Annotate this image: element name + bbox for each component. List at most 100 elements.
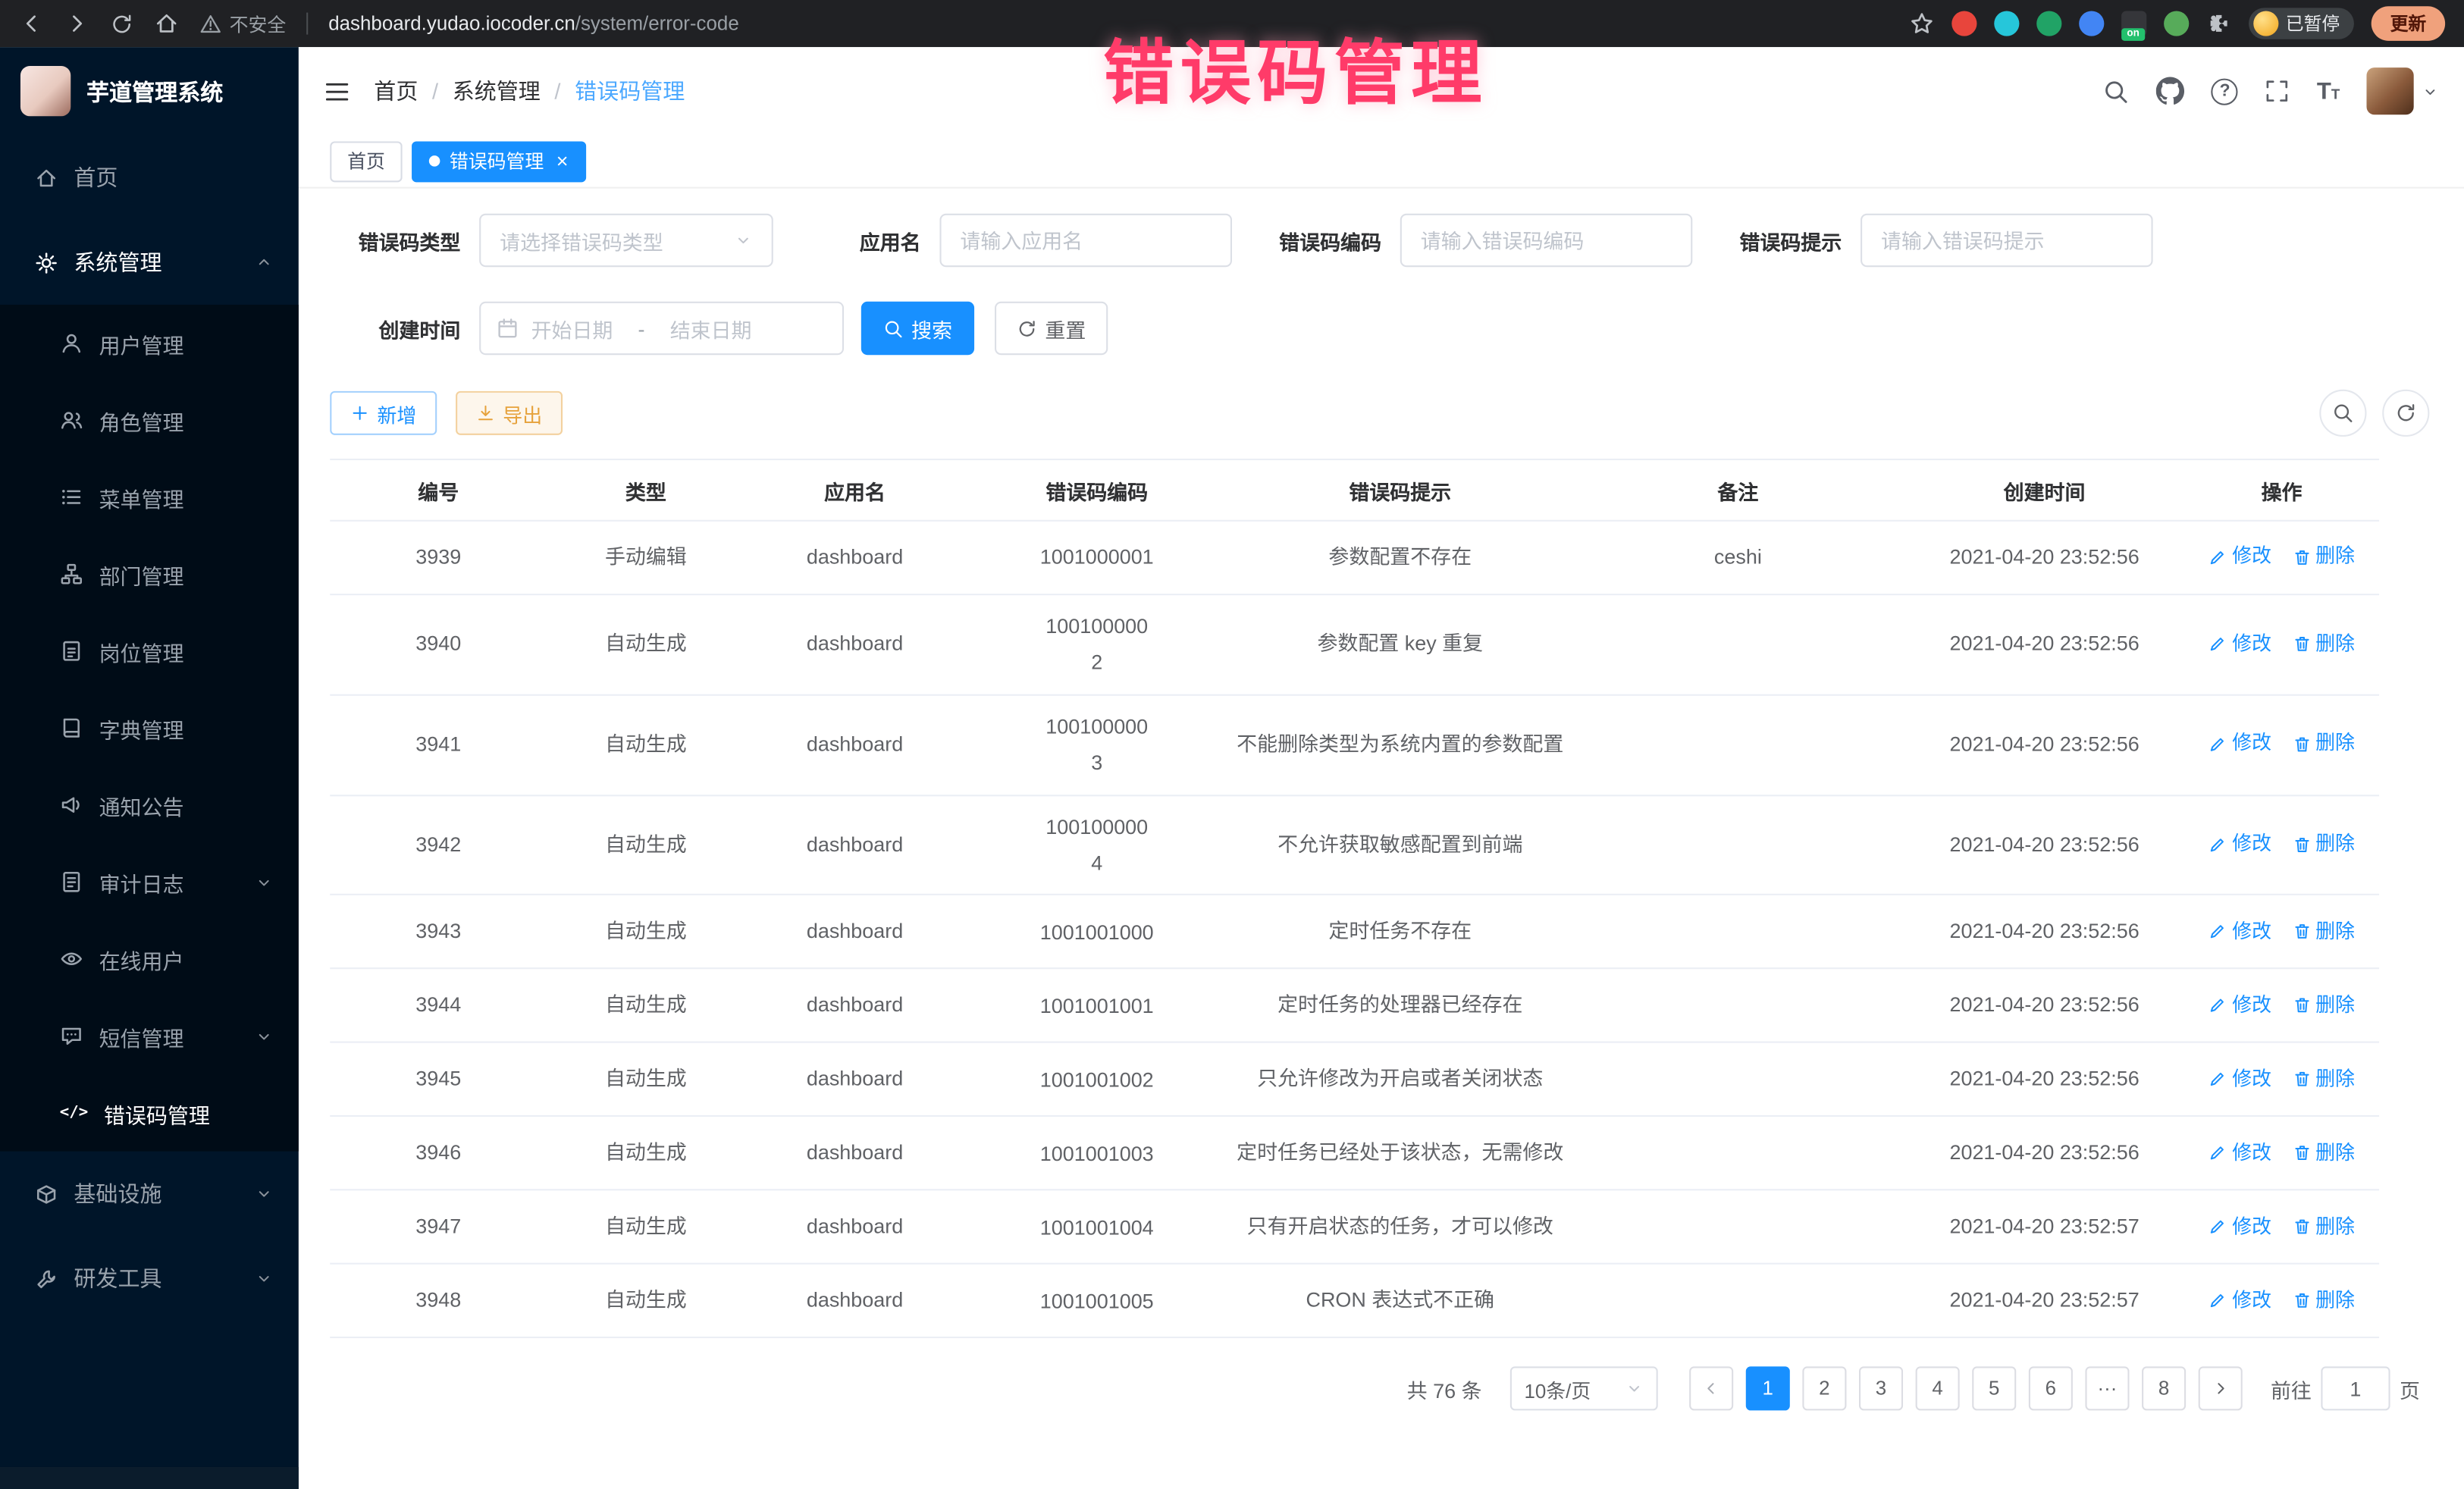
cell-type: 自动生成 <box>547 595 745 694</box>
close-icon[interactable]: × <box>556 151 569 171</box>
sidebar-item-error-codes[interactable]: </> 错误码管理 <box>0 1074 299 1152</box>
page-size-select[interactable]: 10条/页 <box>1510 1367 1658 1411</box>
cell-actions: 修改 删除 <box>2184 1043 2379 1115</box>
page-button-4[interactable]: 4 <box>1916 1367 1960 1411</box>
delete-link[interactable]: 删除 <box>2292 917 2355 947</box>
forward-icon[interactable] <box>64 11 89 36</box>
error-type-select[interactable]: 请选择错误码类型 <box>479 214 773 267</box>
delete-link[interactable]: 删除 <box>2292 1212 2355 1243</box>
error-msg-input[interactable] <box>1861 214 2153 267</box>
page-button-6[interactable]: 6 <box>2029 1367 2073 1411</box>
cell-app: dashboard <box>745 522 964 594</box>
sidebar-item-dictionary[interactable]: 字典管理 <box>0 689 299 766</box>
help-icon[interactable]: ? <box>2212 78 2238 105</box>
delete-link[interactable]: 删除 <box>2292 629 2355 660</box>
export-button[interactable]: 导出 <box>456 391 563 435</box>
breadcrumb-home[interactable]: 首页 <box>374 75 418 106</box>
browser-profile-chip[interactable]: 已暂停 <box>2248 8 2354 39</box>
delete-link[interactable]: 删除 <box>2292 991 2355 1021</box>
next-page-button[interactable] <box>2199 1367 2243 1411</box>
edit-link[interactable]: 修改 <box>2209 629 2271 660</box>
search-button[interactable]: 搜索 <box>861 302 974 355</box>
sidebar-item-departments[interactable]: 部门管理 <box>0 535 299 613</box>
sidebar-item-posts[interactable]: 岗位管理 <box>0 613 299 690</box>
app-name-input[interactable] <box>939 214 1232 267</box>
error-code-input[interactable] <box>1400 214 1693 267</box>
sidebar-item-online-users[interactable]: 在线用户 <box>0 920 299 998</box>
sidebar-item-system[interactable]: 系统管理 <box>0 220 299 305</box>
sidebar-item-menus[interactable]: 菜单管理 <box>0 459 299 536</box>
menu-fold-icon[interactable] <box>324 78 350 105</box>
sidebar-item-roles[interactable]: 角色管理 <box>0 381 299 459</box>
browser-update-button[interactable]: 更新 <box>2372 6 2445 41</box>
prev-page-button[interactable] <box>1689 1367 1733 1411</box>
sidebar-item-infrastructure[interactable]: 基础设施 <box>0 1152 299 1237</box>
add-button[interactable]: 新增 <box>330 391 437 435</box>
bookmark-star-icon[interactable] <box>1908 11 1933 36</box>
page-tabs: 首页 错误码管理 × <box>299 135 2464 188</box>
extension-icon-blue[interactable] <box>2078 11 2103 36</box>
sidebar-item-notices[interactable]: 通知公告 <box>0 766 299 844</box>
font-size-icon[interactable]: TT <box>2317 80 2340 103</box>
page-button-5[interactable]: 5 <box>1972 1367 2016 1411</box>
extension-icon-teal[interactable] <box>1993 11 2018 36</box>
date-range-picker[interactable]: 开始日期 - 结束日期 <box>479 302 844 355</box>
cell-id: 3946 <box>330 1118 547 1190</box>
cell-code: 1001000001 <box>965 522 1229 594</box>
delete-link[interactable]: 删除 <box>2292 829 2355 860</box>
cell-actions: 修改 删除 <box>2184 795 2379 894</box>
delete-link[interactable]: 删除 <box>2292 542 2355 572</box>
edit-link[interactable]: 修改 <box>2209 1286 2271 1316</box>
edit-link[interactable]: 修改 <box>2209 542 2271 572</box>
cell-message: 定时任务已经处于该状态，无需修改 <box>1229 1118 1572 1190</box>
sidebar-item-users[interactable]: 用户管理 <box>0 305 299 382</box>
toggle-search-button[interactable] <box>2319 390 2366 437</box>
trash-icon <box>2292 923 2311 942</box>
edit-link[interactable]: 修改 <box>2209 729 2271 760</box>
extension-icon-leaf[interactable] <box>2163 11 2188 36</box>
fullscreen-icon[interactable] <box>2265 79 2290 104</box>
sidebar-item-dev-tools[interactable]: 研发工具 <box>0 1236 299 1321</box>
edit-link[interactable]: 修改 <box>2209 917 2271 947</box>
page-button-3[interactable]: 3 <box>1859 1367 1903 1411</box>
user-menu[interactable] <box>2366 67 2438 114</box>
extensions-puzzle-icon[interactable] <box>2205 11 2230 36</box>
refresh-table-button[interactable] <box>2382 390 2429 437</box>
edit-link[interactable]: 修改 <box>2209 991 2271 1021</box>
address-bar[interactable]: dashboard.yudao.iocoder.cn/system/error-… <box>328 13 739 35</box>
page-button-8[interactable]: 8 <box>2142 1367 2186 1411</box>
sidebar-collapse-bar[interactable] <box>0 1467 299 1489</box>
cell-type: 自动生成 <box>547 896 745 968</box>
delete-link[interactable]: 删除 <box>2292 1138 2355 1168</box>
delete-link[interactable]: 删除 <box>2292 1286 2355 1316</box>
security-indicator[interactable]: 不安全 <box>199 10 286 36</box>
edit-link[interactable]: 修改 <box>2209 1138 2271 1168</box>
back-icon[interactable] <box>19 11 44 36</box>
home-icon[interactable] <box>154 11 179 36</box>
search-icon[interactable] <box>2103 78 2130 105</box>
edit-link[interactable]: 修改 <box>2209 829 2271 860</box>
cell-remark <box>1572 595 1904 694</box>
goto-page-input[interactable] <box>2321 1367 2390 1411</box>
reload-icon[interactable] <box>110 12 133 36</box>
more-pages-button[interactable]: ··· <box>2085 1367 2129 1411</box>
extension-icon-red[interactable] <box>1951 11 1976 36</box>
tab-error-codes[interactable]: 错误码管理 × <box>412 140 585 181</box>
tab-home[interactable]: 首页 <box>330 140 402 181</box>
delete-link[interactable]: 删除 <box>2292 729 2355 760</box>
edit-link[interactable]: 修改 <box>2209 1064 2271 1095</box>
extension-icon-green[interactable] <box>2036 11 2061 36</box>
extension-icon-switcher[interactable]: on <box>2121 11 2146 36</box>
id-badge-icon <box>60 639 83 663</box>
app-logo[interactable]: 芋道管理系统 <box>0 47 299 135</box>
page-button-2[interactable]: 2 <box>1802 1367 1846 1411</box>
sidebar-item-sms[interactable]: 短信管理 <box>0 998 299 1075</box>
sidebar-item-home[interactable]: 首页 <box>0 135 299 220</box>
page-button-1[interactable]: 1 <box>1746 1367 1790 1411</box>
delete-link[interactable]: 删除 <box>2292 1064 2355 1095</box>
edit-link[interactable]: 修改 <box>2209 1212 2271 1243</box>
reset-button[interactable]: 重置 <box>995 302 1108 355</box>
breadcrumb-system[interactable]: 系统管理 <box>453 75 541 106</box>
sidebar-item-audit-logs[interactable]: 审计日志 <box>0 844 299 921</box>
github-icon[interactable] <box>2156 77 2184 105</box>
